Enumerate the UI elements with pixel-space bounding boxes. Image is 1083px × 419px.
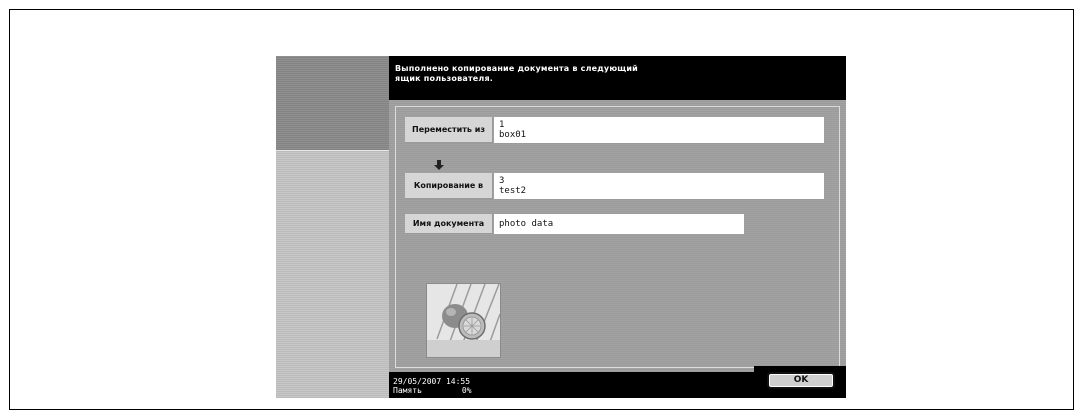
move-from-label: Переместить из (405, 117, 493, 143)
copy-to-box-number: 3 (499, 176, 505, 186)
figure-frame: Выполнено копирование документа в следую… (9, 9, 1074, 410)
copy-to-box-name: test2 (499, 186, 527, 196)
copy-to-value: 3 test2 (494, 173, 824, 199)
left-panel-bottom (276, 150, 389, 398)
control-panel-screen: Выполнено копирование документа в следую… (276, 56, 846, 398)
message-line-1: Выполнено копирование документа в следую… (395, 64, 638, 73)
memory-status: Память 0% (393, 386, 472, 395)
status-footer: 29/05/2007 14:55 Память 0% (389, 372, 754, 398)
message-text: Выполнено копирование документа в следую… (395, 64, 638, 84)
oranges-image (427, 283, 501, 357)
copy-to-label: Копирование в (405, 173, 493, 199)
document-name-value: photo data (494, 214, 744, 234)
left-panel-top (276, 56, 389, 150)
date-time: 29/05/2007 14:55 (393, 377, 471, 386)
document-name-label: Имя документа (405, 214, 493, 234)
memory-value: 0% (461, 386, 472, 395)
document-thumbnail (426, 283, 501, 358)
move-from-value: 1 box01 (494, 117, 824, 143)
move-from-box-name: box01 (499, 130, 527, 140)
memory-label: Память (393, 386, 422, 395)
move-from-box-number: 1 (499, 120, 505, 130)
ok-button[interactable]: OK (767, 372, 835, 389)
message-bar: Выполнено копирование документа в следую… (389, 56, 846, 100)
arrow-down-icon (434, 160, 444, 170)
content-panel: Переместить из 1 box01 Копирование в 3 t… (395, 106, 840, 368)
content-area: Переместить из 1 box01 Копирование в 3 t… (389, 100, 846, 372)
message-line-2: ящик пользователя. (395, 74, 494, 83)
